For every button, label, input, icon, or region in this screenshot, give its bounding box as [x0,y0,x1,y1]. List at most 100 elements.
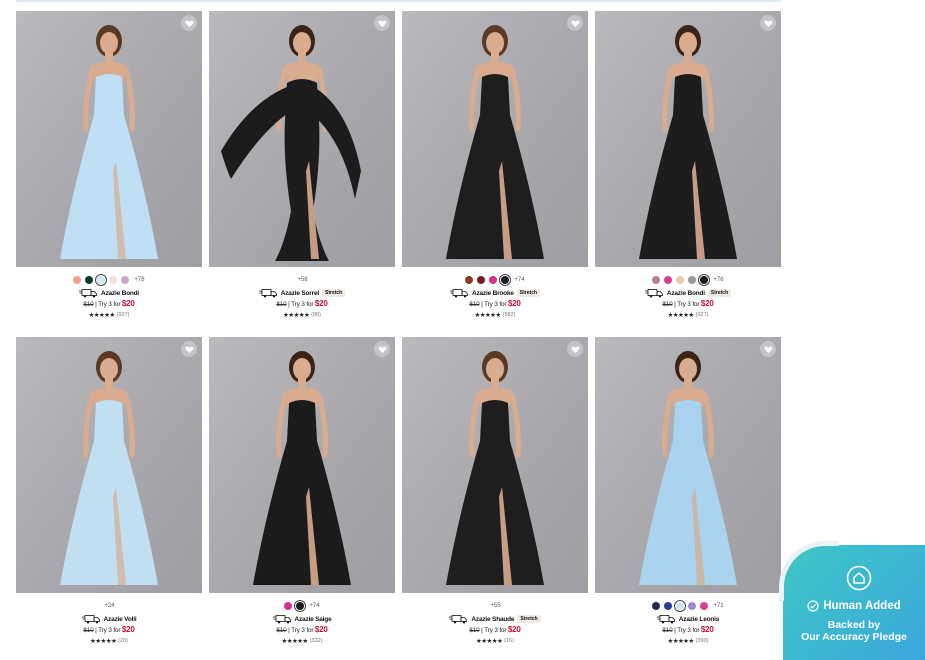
color-swatch[interactable] [73,276,82,284]
color-swatch[interactable] [664,276,673,284]
product-name[interactable]: Azazie Leonis [679,616,720,623]
price-offer-text: | Try 3 for [672,627,701,634]
color-swatch[interactable] [700,602,709,610]
heart-icon [377,20,387,27]
price-row: $10 | Try 3 for $20 [595,625,781,635]
color-swatch[interactable] [121,276,130,284]
product-name[interactable]: Azazie Bondi [667,290,705,297]
product-card[interactable]: +71 Azazie Leonis $10 | Try 3 for $20 ★★★★★… [595,337,781,649]
star-icon: ★★★★★ [474,312,502,319]
product-name[interactable]: Azazie Volli [104,616,137,623]
top-divider [16,0,781,2]
favorite-button[interactable] [760,341,776,357]
original-price: $10 [662,301,673,308]
stretch-badge: Stretch [516,289,541,297]
color-swatch[interactable] [652,276,661,284]
review-count[interactable]: (927) [696,312,709,318]
product-image[interactable] [595,11,781,267]
more-colors-count[interactable]: +76 [713,277,723,283]
truck-icon [449,288,468,297]
favorite-button[interactable] [374,15,390,31]
review-count[interactable]: (927) [117,312,130,318]
original-price: $10 [469,627,480,634]
more-colors-count[interactable]: +74 [309,603,319,609]
color-swatch[interactable] [296,602,305,610]
color-swatch[interactable] [676,276,685,284]
color-swatch[interactable] [465,276,474,284]
price-row: $10 | Try 3 for $20 [402,299,588,309]
more-colors-count[interactable]: +24 [104,603,114,609]
product-image[interactable] [595,337,781,593]
review-count[interactable]: (390) [696,638,709,644]
original-price: $10 [469,301,480,308]
product-name[interactable]: Azazie Brooke [472,290,514,297]
more-colors-count[interactable]: +71 [713,603,723,609]
accuracy-pledge-widget[interactable]: Human Added Backed by Our Accuracy Pledg… [779,541,925,660]
star-icon: ★★★★★ [90,638,117,645]
product-card[interactable]: +24 Azazie Volli $10 | Try 3 for $20 ★★★★★(… [16,337,202,649]
review-count[interactable]: (16) [504,638,514,644]
product-card[interactable]: +74 Azazie Saige $10 | Try 3 for $20 ★★★★★(… [209,337,395,649]
product-card[interactable]: +76 Azazie Bondi Stretch $10 | Try 3 for $2… [595,11,781,323]
price-offer-text: | Try 3 for [286,301,315,308]
product-image[interactable] [16,11,202,267]
review-count[interactable]: (20) [118,638,128,644]
product-image[interactable] [209,11,395,267]
color-swatches: +24 [16,601,202,611]
review-count[interactable]: (582) [503,312,516,318]
price-row: $10 | Try 3 for $20 [209,625,395,635]
product-image[interactable] [402,11,588,267]
color-swatch[interactable] [501,276,510,284]
color-swatch[interactable] [664,602,673,610]
favorite-button[interactable] [567,15,583,31]
color-swatch[interactable] [477,276,486,284]
promo-price: $20 [507,299,521,308]
color-swatch[interactable] [688,276,697,284]
product-card[interactable]: +74 Azazie Brooke Stretch $10 | Try 3 for $… [402,11,588,323]
more-colors-count[interactable]: +78 [134,277,144,283]
color-swatch[interactable] [688,602,697,610]
truck-icon [644,288,663,297]
product-image[interactable] [16,337,202,593]
more-colors-count[interactable]: +55 [490,603,500,609]
review-count[interactable]: (88) [311,312,321,318]
price-offer-text: | Try 3 for [479,627,508,634]
truck-icon [272,614,291,623]
more-colors-count[interactable]: +58 [297,277,307,283]
favorite-button[interactable] [374,341,390,357]
color-swatch[interactable] [284,602,293,610]
color-swatch[interactable] [97,276,106,284]
product-name[interactable]: Azazie Saige [295,616,332,623]
rating-row: ★★★★★ (20) [16,637,202,645]
truck-icon [656,614,675,623]
promo-price: $20 [314,625,328,634]
favorite-button[interactable] [567,341,583,357]
product-image[interactable] [402,337,588,593]
favorite-button[interactable] [181,341,197,357]
product-card[interactable]: +78 Azazie Bondi $10 | Try 3 for $20 ★★★★★(… [16,11,202,323]
color-swatch[interactable] [652,602,661,610]
widget-ring [779,541,839,601]
review-count[interactable]: (332) [310,638,323,644]
product-image[interactable] [209,337,395,593]
pledge-shield-icon [846,565,872,591]
truck-icon [78,288,97,297]
original-price: $10 [276,627,287,634]
product-name[interactable]: Azazie Shaude [471,616,514,623]
color-swatch[interactable] [85,276,94,284]
favorite-button[interactable] [181,15,197,31]
product-name-row: Azazie Sorrel Stretch [209,288,395,298]
color-swatch[interactable] [700,276,709,284]
favorite-button[interactable] [760,15,776,31]
stretch-badge: Stretch [517,615,541,623]
product-name-row: Azazie Saige [209,614,395,624]
product-name[interactable]: Azazie Bondi [101,290,139,297]
color-swatch[interactable] [676,602,685,610]
color-swatch[interactable] [489,276,498,284]
rating-row: ★★★★★ (88) [209,311,395,319]
more-colors-count[interactable]: +74 [514,277,524,283]
product-card[interactable]: +55 Azazie Shaude Stretch $10 | Try 3 for $… [402,337,588,649]
color-swatch[interactable] [109,276,118,284]
product-name[interactable]: Azazie Sorrel [281,290,319,297]
product-card[interactable]: +58 Azazie Sorrel Stretch $10 | Try 3 for $… [209,11,395,323]
